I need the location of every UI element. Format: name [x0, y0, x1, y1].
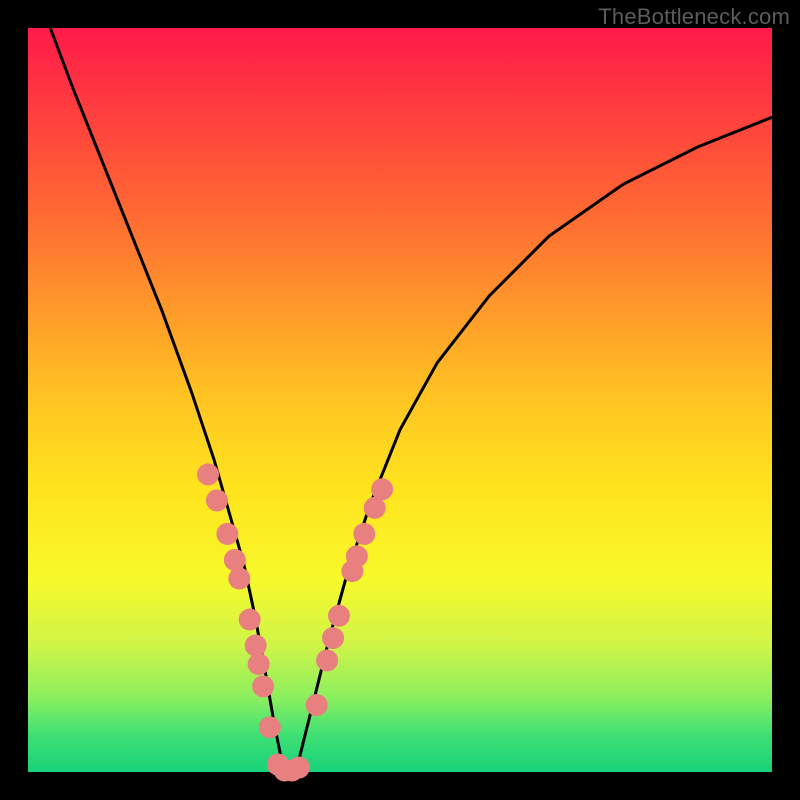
- data-marker: [239, 608, 261, 630]
- data-marker: [346, 545, 368, 567]
- watermark-text: TheBottleneck.com: [598, 4, 790, 30]
- data-marker: [316, 649, 338, 671]
- data-marker: [224, 549, 246, 571]
- data-marker: [322, 627, 344, 649]
- chart-svg: [28, 28, 772, 772]
- data-marker: [206, 489, 228, 511]
- marker-group: [197, 463, 393, 781]
- data-marker: [328, 605, 350, 627]
- chart-frame: TheBottleneck.com: [0, 0, 800, 800]
- data-marker: [248, 653, 270, 675]
- data-marker: [353, 523, 375, 545]
- data-marker: [228, 568, 250, 590]
- data-marker: [245, 635, 267, 657]
- data-marker: [288, 757, 310, 779]
- plot-area: [28, 28, 772, 772]
- data-marker: [197, 463, 219, 485]
- data-marker: [216, 523, 238, 545]
- data-marker: [371, 478, 393, 500]
- data-marker: [259, 716, 281, 738]
- data-marker: [306, 694, 328, 716]
- curve-line: [50, 28, 772, 772]
- data-marker: [252, 675, 274, 697]
